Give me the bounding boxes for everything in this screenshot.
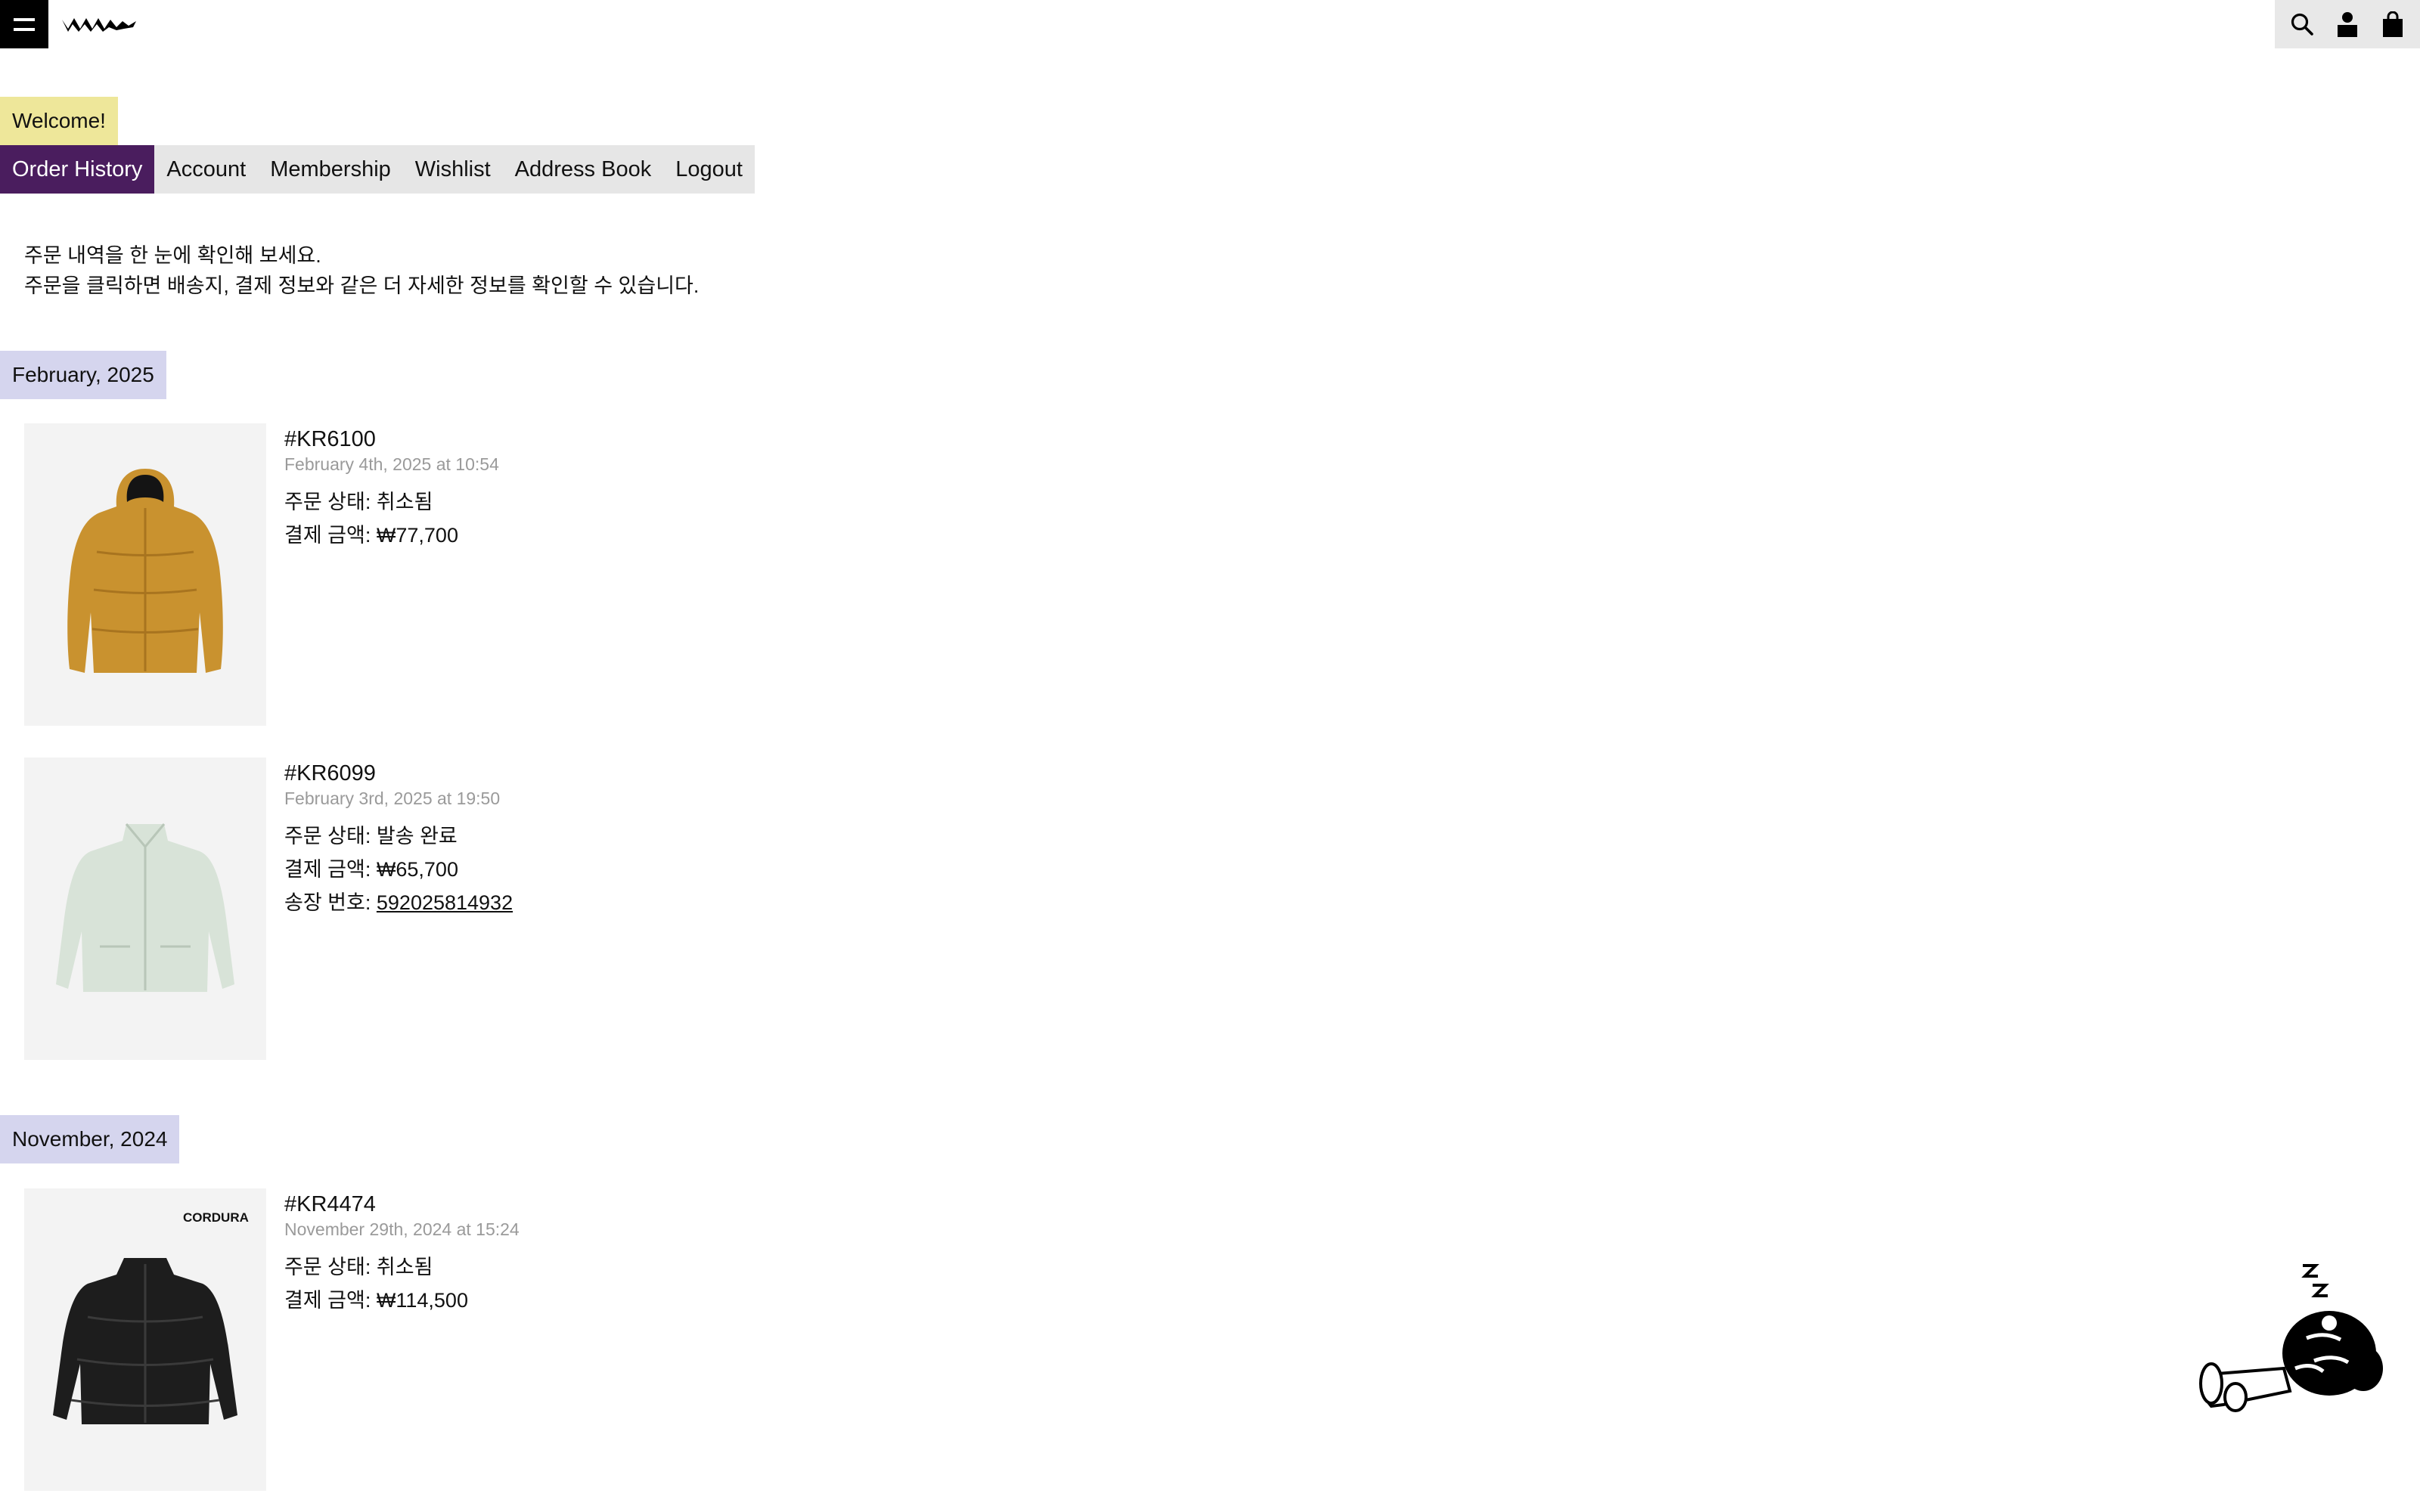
order-id[interactable]: #KR6099 [284, 759, 513, 788]
mint-fleece-jacket [56, 823, 234, 992]
tab-address-book[interactable]: Address Book [503, 145, 664, 194]
order-status: 주문 상태: 발송 완료 [284, 825, 458, 847]
search-button[interactable] [2281, 0, 2323, 48]
order-amount: 결제 금액: ₩65,700 [284, 858, 458, 881]
order-id[interactable]: #KR6100 [284, 425, 499, 454]
bag-button[interactable] [2372, 0, 2414, 48]
month-header: November, 2024 [0, 1115, 180, 1163]
product-image[interactable] [24, 758, 266, 1060]
order-date: November 29th, 2024 at 15:24 [284, 1219, 520, 1239]
tab-wishlist[interactable]: Wishlist [403, 145, 503, 194]
mustard-puffer-jacket [67, 469, 223, 673]
order-id[interactable]: #KR4474 [284, 1190, 520, 1219]
order-status: 주문 상태: 취소됨 [284, 1256, 433, 1278]
order-card[interactable]: #KR6100 February 4th, 2025 at 10:54 주문 상… [24, 423, 705, 726]
order-history-intro: 주문 내역을 한 눈에 확인해 보세요. 주문을 클릭하면 배송지, 결제 정보… [24, 240, 699, 301]
hamburger-menu-button[interactable] [0, 0, 48, 48]
intro-line-2: 주문을 클릭하면 배송지, 결제 정보와 같은 더 자세한 정보를 확인할 수 … [24, 274, 700, 297]
order-amount: 결제 금액: ₩77,700 [284, 524, 458, 547]
welcome-label: Welcome! [0, 97, 118, 145]
order-details: #KR6099 February 3rd, 2025 at 19:50 주문 상… [284, 758, 513, 919]
order-card[interactable]: CORDURA #KR4474 November 29th, 2024 at 1… [24, 1188, 705, 1491]
black-puffer-jacket: CORDURA [53, 1210, 249, 1424]
search-icon [2291, 13, 2313, 36]
tab-membership[interactable]: Membership [258, 145, 403, 194]
tab-logout[interactable]: Logout [663, 145, 755, 194]
order-details: #KR6100 February 4th, 2025 at 10:54 주문 상… [284, 423, 499, 552]
order-amount: 결제 금액: ₩114,500 [284, 1289, 468, 1312]
tab-order-history[interactable]: Order History [0, 145, 155, 194]
product-image[interactable] [24, 423, 266, 726]
order-status: 주문 상태: 취소됨 [284, 491, 433, 513]
account-button[interactable] [2326, 0, 2369, 48]
tab-account[interactable]: Account [154, 145, 258, 194]
header-tools [2275, 0, 2420, 48]
intro-line-1: 주문 내역을 한 눈에 확인해 보세요. [24, 244, 321, 267]
order-date: February 3rd, 2025 at 19:50 [284, 789, 501, 808]
sleeping-mascot-illustration[interactable] [2193, 1255, 2405, 1429]
bag-icon [2383, 11, 2403, 37]
top-bar [0, 0, 2420, 48]
brand-logo[interactable] [60, 11, 139, 38]
order-tracking: 송장 번호: 592025814932 [284, 891, 513, 914]
tracking-number-link[interactable]: 592025814932 [377, 891, 513, 914]
account-icon [2338, 12, 2357, 37]
order-card[interactable]: #KR6099 February 3rd, 2025 at 19:50 주문 상… [24, 758, 705, 1060]
order-details: #KR4474 November 29th, 2024 at 15:24 주문 … [284, 1188, 520, 1317]
account-tabs: Order History Account Membership Wishlis… [0, 145, 755, 194]
hamburger-icon [14, 17, 35, 21]
order-date: February 4th, 2025 at 10:54 [284, 454, 499, 474]
month-header: February, 2025 [0, 351, 166, 399]
product-image[interactable]: CORDURA [24, 1188, 266, 1491]
cordura-badge: CORDURA [183, 1210, 249, 1225]
